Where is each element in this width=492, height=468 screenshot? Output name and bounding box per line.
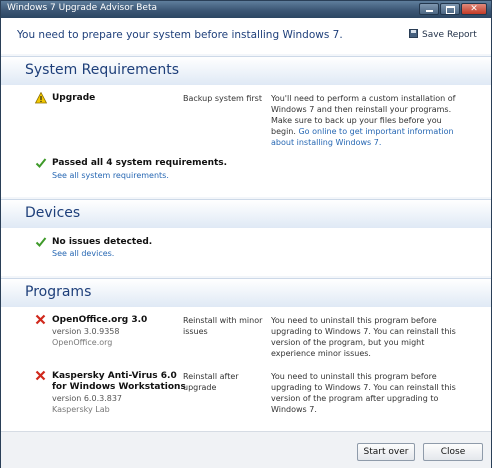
devices-status: No issues detected. <box>52 237 153 247</box>
see-all-requirements-link[interactable]: See all system requirements. <box>52 171 169 180</box>
program-publisher: Kaspersky Lab <box>52 405 110 414</box>
save-icon <box>409 29 418 38</box>
close-button[interactable]: Close <box>423 443 483 461</box>
program-version: version 3.0.9358 <box>52 327 120 336</box>
program-version: version 6.0.3.837 <box>52 394 123 403</box>
check-icon <box>35 158 47 168</box>
program-description: You need to uninstall this program befor… <box>271 316 456 358</box>
devices-content: No issues detected. See all devices. <box>1 228 491 276</box>
upgrade-description: You'll need to perform a custom installa… <box>271 93 461 148</box>
maximize-button[interactable] <box>440 3 460 15</box>
window-title: Windows 7 Upgrade Advisor Beta <box>7 3 158 13</box>
warning-icon <box>35 92 47 104</box>
program-name: Kaspersky Anti-Virus 6.0 <box>52 371 177 381</box>
error-x-icon <box>35 370 46 381</box>
upgrade-advisor-window: Windows 7 Upgrade Advisor Beta ✕ You nee… <box>0 0 492 468</box>
program-name-line2: for Windows Workstations <box>52 382 186 392</box>
check-icon <box>35 237 47 247</box>
upgrade-action: Backup system first <box>183 94 262 103</box>
programs-heading: Programs <box>1 278 491 308</box>
footer-bar: Start over Close <box>1 431 491 468</box>
save-report-button[interactable]: Save Report <box>409 29 477 40</box>
program-action: Reinstall with minor issues <box>183 316 263 336</box>
close-window-button[interactable]: ✕ <box>461 3 487 15</box>
see-all-devices-link[interactable]: See all devices. <box>52 249 114 258</box>
section-title: Programs <box>25 284 92 300</box>
program-publisher: OpenOffice.org <box>52 338 113 347</box>
section-title: System Requirements <box>25 62 179 78</box>
program-action: Reinstall after upgrade <box>183 372 239 392</box>
start-over-button[interactable]: Start over <box>357 443 415 461</box>
system-requirements-heading: System Requirements <box>1 56 491 86</box>
devices-heading: Devices <box>1 199 491 229</box>
title-bar[interactable]: Windows 7 Upgrade Advisor Beta ✕ <box>1 1 491 18</box>
section-title: Devices <box>25 205 81 221</box>
installation-info-link[interactable]: Go online to get important information a… <box>271 127 454 147</box>
header-band: You need to prepare your system before i… <box>1 18 491 54</box>
upgrade-title: Upgrade <box>52 93 96 103</box>
system-requirements-content: Upgrade Backup system first You'll need … <box>1 85 491 197</box>
program-name: OpenOffice.org 3.0 <box>52 315 148 325</box>
requirements-passed-status: Passed all 4 system requirements. <box>52 158 228 168</box>
header-message: You need to prepare your system before i… <box>17 29 343 41</box>
program-description: You need to uninstall this program befor… <box>271 372 456 414</box>
error-x-icon <box>35 314 46 325</box>
minimize-button[interactable] <box>419 3 439 15</box>
programs-content: OpenOffice.org 3.0 version 3.0.9358 Open… <box>1 307 491 431</box>
save-report-label: Save Report <box>422 30 477 40</box>
